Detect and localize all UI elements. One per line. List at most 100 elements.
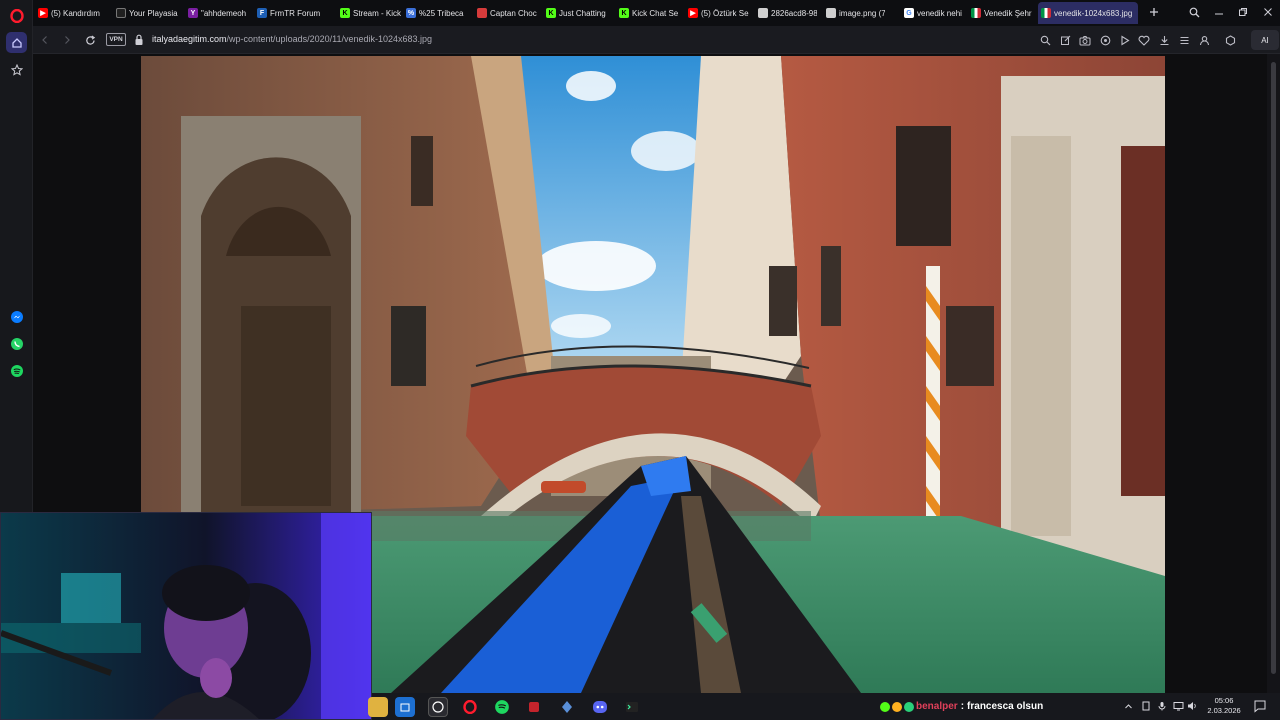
url-path: /wp-content/uploads/2020/11/venedik-1024… xyxy=(226,34,433,44)
tab[interactable]: K Kick Chat Se xyxy=(616,2,684,24)
store-icon[interactable] xyxy=(395,697,415,717)
chat-separator: : xyxy=(960,701,965,712)
tab[interactable]: ▶ (5) Kandırdım xyxy=(35,2,110,24)
app-icon[interactable] xyxy=(524,697,544,717)
tab[interactable]: Venedik Şehr xyxy=(968,2,1038,24)
opera-logo-icon[interactable] xyxy=(6,5,27,26)
play-icon[interactable] xyxy=(1116,32,1132,48)
tab-title: FrmTR Forum xyxy=(270,8,321,18)
vertical-scrollbar[interactable] xyxy=(1267,54,1280,693)
file-icon xyxy=(758,8,768,18)
tab[interactable]: % %25 Tribeca xyxy=(403,2,471,24)
settings-gear-icon[interactable] xyxy=(557,697,577,717)
kick-chat-overlay: benalper : francesca olsun xyxy=(880,701,1043,712)
home-icon[interactable] xyxy=(6,32,27,53)
tab[interactable]: ▶ (5) Öztürk Se xyxy=(685,2,753,24)
tab[interactable]: Captan Choc xyxy=(474,2,542,24)
tab-title: (5) Öztürk Se xyxy=(701,8,749,18)
vip-badge-icon xyxy=(904,701,914,712)
scrollbar-thumb[interactable] xyxy=(1271,62,1276,674)
download-icon[interactable] xyxy=(1156,32,1172,48)
restore-icon xyxy=(1239,8,1247,16)
menu-icon[interactable] xyxy=(1176,32,1192,48)
tab-active[interactable]: venedik-1024x683.jpg xyxy=(1038,2,1138,24)
kick-icon: K xyxy=(619,8,629,18)
search-tabs-button[interactable] xyxy=(1184,3,1204,21)
webcam-overlay xyxy=(0,512,372,720)
tab-title: Venedik Şehr xyxy=(984,8,1032,18)
extensions-icon[interactable] xyxy=(1222,32,1238,48)
clock-time: 05:06 xyxy=(1214,696,1234,705)
chat-message: francesca olsun xyxy=(967,701,1044,712)
tab-strip: ▶ (5) Kandırdım Your Playasia Y "ahhdemeoh… xyxy=(33,0,1280,26)
minimize-button[interactable] xyxy=(1209,3,1229,21)
edit-icon[interactable] xyxy=(1057,32,1073,48)
tab-title: image.png (7 xyxy=(839,8,885,18)
tab-title: Captan Choc xyxy=(490,8,537,18)
spotify-icon[interactable] xyxy=(6,360,27,381)
whatsapp-icon[interactable] xyxy=(6,333,27,354)
terminal-icon[interactable] xyxy=(622,697,642,717)
forward-icon xyxy=(65,36,70,44)
notification-icon[interactable] xyxy=(1253,699,1267,713)
tab[interactable]: Y "ahhdemeoh xyxy=(185,2,253,24)
forward-button[interactable] xyxy=(59,32,75,48)
camera-icon[interactable] xyxy=(1077,32,1093,48)
tab-title: venedik-1024x683.jpg xyxy=(1054,8,1133,18)
network-icon[interactable] xyxy=(1172,700,1184,712)
search-page-icon[interactable] xyxy=(1037,32,1053,48)
aria-ai-button[interactable]: AI xyxy=(1251,30,1279,50)
spotify-taskbar-icon[interactable] xyxy=(492,697,512,717)
tab[interactable]: K Stream - Kick xyxy=(337,2,402,24)
kick-badge-icon xyxy=(880,701,890,712)
streamer-webcam-feed xyxy=(1,513,371,719)
star-icon[interactable] xyxy=(6,59,27,80)
tab-title: 2826acd8-98 xyxy=(771,8,817,18)
tab[interactable]: K Just Chatting xyxy=(543,2,611,24)
tab-title: "ahhdemeoh xyxy=(201,8,247,18)
close-button[interactable] xyxy=(1258,3,1278,21)
opera-browser-icon[interactable] xyxy=(460,697,480,717)
microphone-icon[interactable] xyxy=(1156,700,1168,712)
tab-title: (5) Kandırdım xyxy=(51,8,100,18)
kick-icon: K xyxy=(546,8,556,18)
url-field[interactable]: italyadaegitim.com/wp-content/uploads/20… xyxy=(152,34,432,44)
google-icon: G xyxy=(904,8,914,18)
heart-icon[interactable] xyxy=(1136,32,1152,48)
address-bar-row: VPN italyadaegitim.com/wp-content/upload… xyxy=(33,26,1280,54)
vpn-badge[interactable]: VPN xyxy=(106,33,126,46)
chevron-up-icon[interactable] xyxy=(1122,700,1134,712)
ai-label: AI xyxy=(1261,35,1269,45)
plus-icon xyxy=(1150,8,1158,16)
discord-icon[interactable] xyxy=(590,697,610,717)
screen: ▶ (5) Kandırdım Your Playasia Y "ahhdemeoh… xyxy=(0,0,1280,720)
back-button[interactable] xyxy=(37,32,53,48)
sub-badge-icon xyxy=(892,701,902,712)
obs-icon[interactable] xyxy=(428,697,448,717)
restore-button[interactable] xyxy=(1233,3,1253,21)
reload-button[interactable] xyxy=(82,32,98,48)
tab-title: Stream - Kick xyxy=(353,8,402,18)
tab-title: venedik nehi xyxy=(917,8,962,18)
device-icon[interactable] xyxy=(1140,700,1152,712)
messenger-icon[interactable] xyxy=(6,306,27,327)
yahoo-icon: Y xyxy=(188,8,198,18)
tab[interactable]: F FrmTR Forum xyxy=(254,2,322,24)
system-clock[interactable]: 05:06 2.03.2026 xyxy=(1197,696,1251,716)
minimize-icon xyxy=(1215,13,1223,15)
chat-username: benalper xyxy=(916,701,958,712)
file-explorer-icon[interactable] xyxy=(368,697,388,717)
tab[interactable]: Your Playasia xyxy=(113,2,185,24)
new-tab-button[interactable] xyxy=(1145,3,1163,21)
tab[interactable]: Gvenedik nehi xyxy=(901,2,965,24)
adblock-icon[interactable] xyxy=(1097,32,1113,48)
tab[interactable]: image.png (7 xyxy=(823,2,885,24)
playasia-icon xyxy=(116,8,126,18)
clock-date: 2.03.2026 xyxy=(1207,706,1241,715)
profile-icon[interactable] xyxy=(1196,32,1212,48)
tab[interactable]: 2826acd8-98 xyxy=(755,2,817,24)
search-icon xyxy=(1189,7,1199,17)
back-icon xyxy=(42,36,47,44)
forum-icon: F xyxy=(257,8,267,18)
reload-icon xyxy=(85,35,95,45)
